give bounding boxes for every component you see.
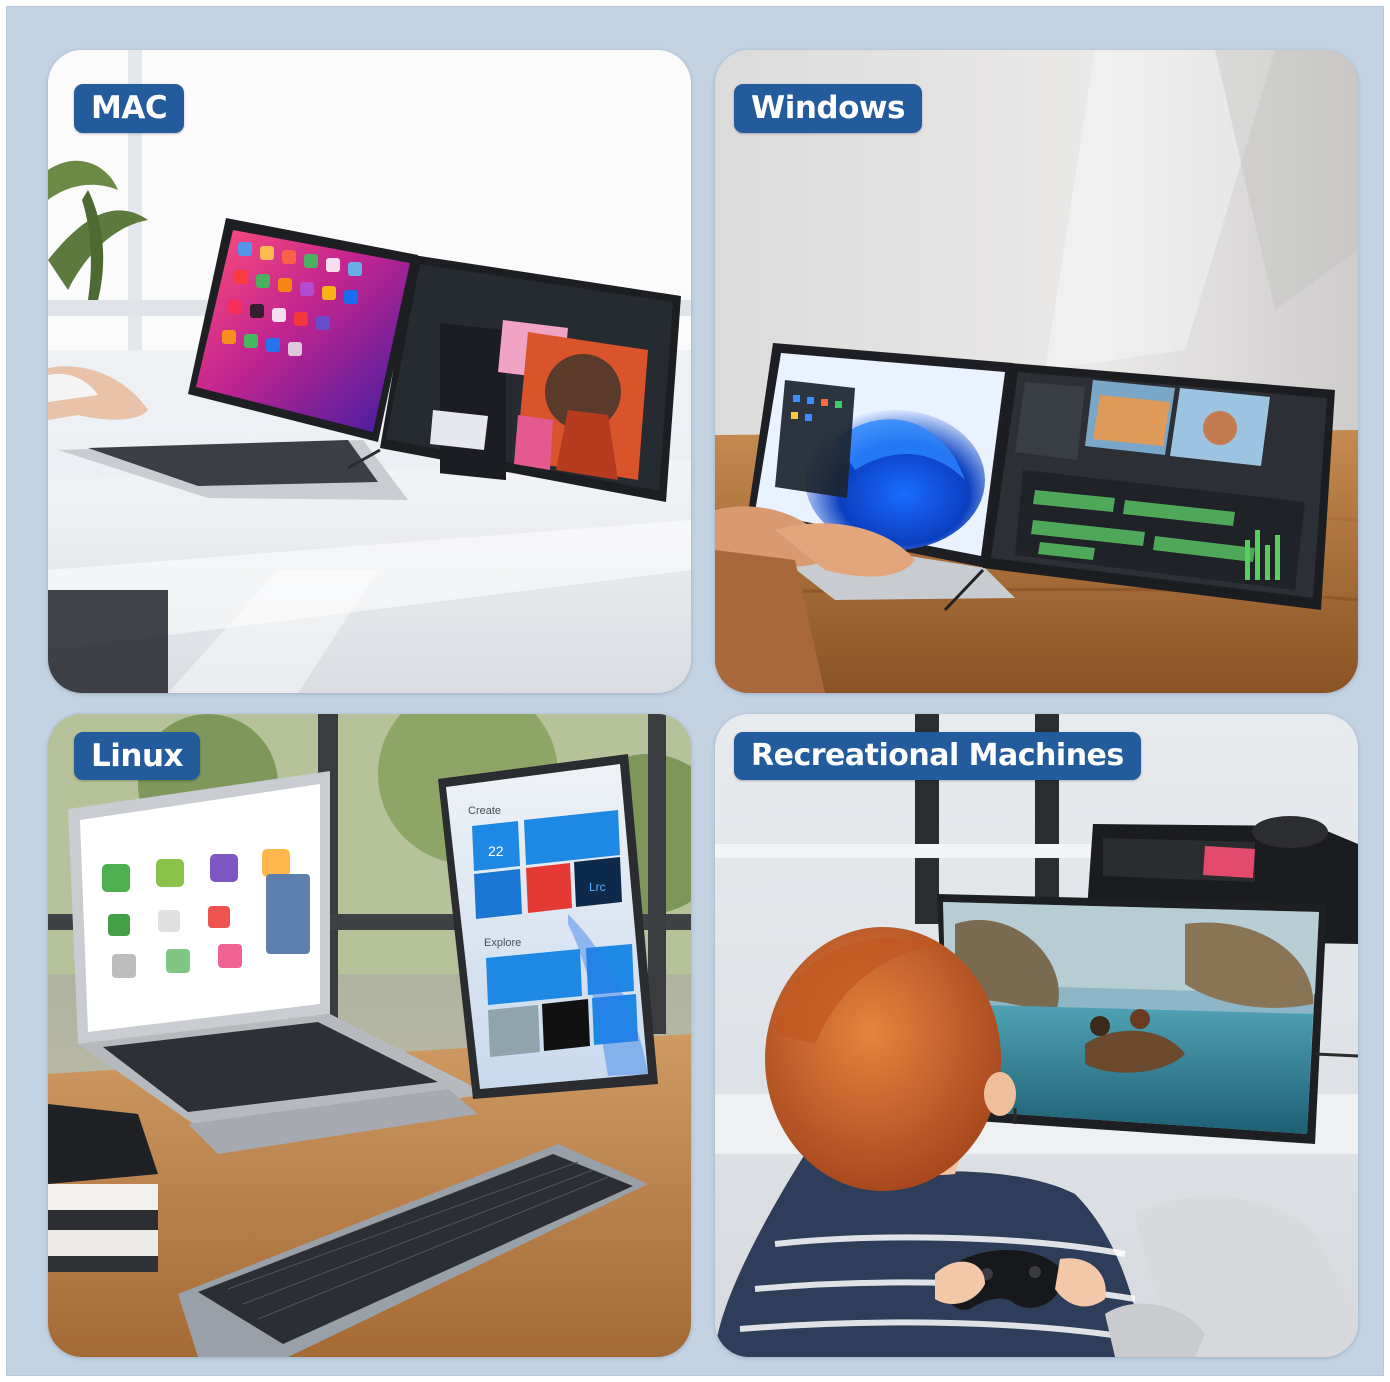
- gaming-setup-photo: [715, 714, 1358, 1357]
- windows-setup-photo: [715, 50, 1358, 693]
- windows-panel: Windows: [715, 50, 1358, 693]
- linux-panel: Create 22 Lrc Explore Linux: [48, 714, 691, 1357]
- mac-setup-photo: [48, 50, 691, 693]
- linux-label: Linux: [74, 732, 201, 780]
- mac-panel: MAC: [48, 50, 691, 693]
- recreational-panel: Recreational Machines: [715, 714, 1358, 1357]
- linux-setup-photo: Create 22 Lrc Explore: [48, 714, 691, 1357]
- tablet-explore-text: Explore: [484, 937, 521, 949]
- recreational-machines-label: Recreational Machines: [734, 732, 1141, 780]
- mac-label: MAC: [74, 84, 185, 133]
- windows-label: Windows: [734, 84, 922, 133]
- outer-frame: MAC Windows Create 22 Lrc Explore Linux …: [6, 6, 1384, 1376]
- tablet-create-text: Create: [468, 805, 501, 817]
- tablet-date-text: 22: [488, 843, 504, 859]
- tablet-lrc-text: Lrc: [589, 880, 606, 894]
